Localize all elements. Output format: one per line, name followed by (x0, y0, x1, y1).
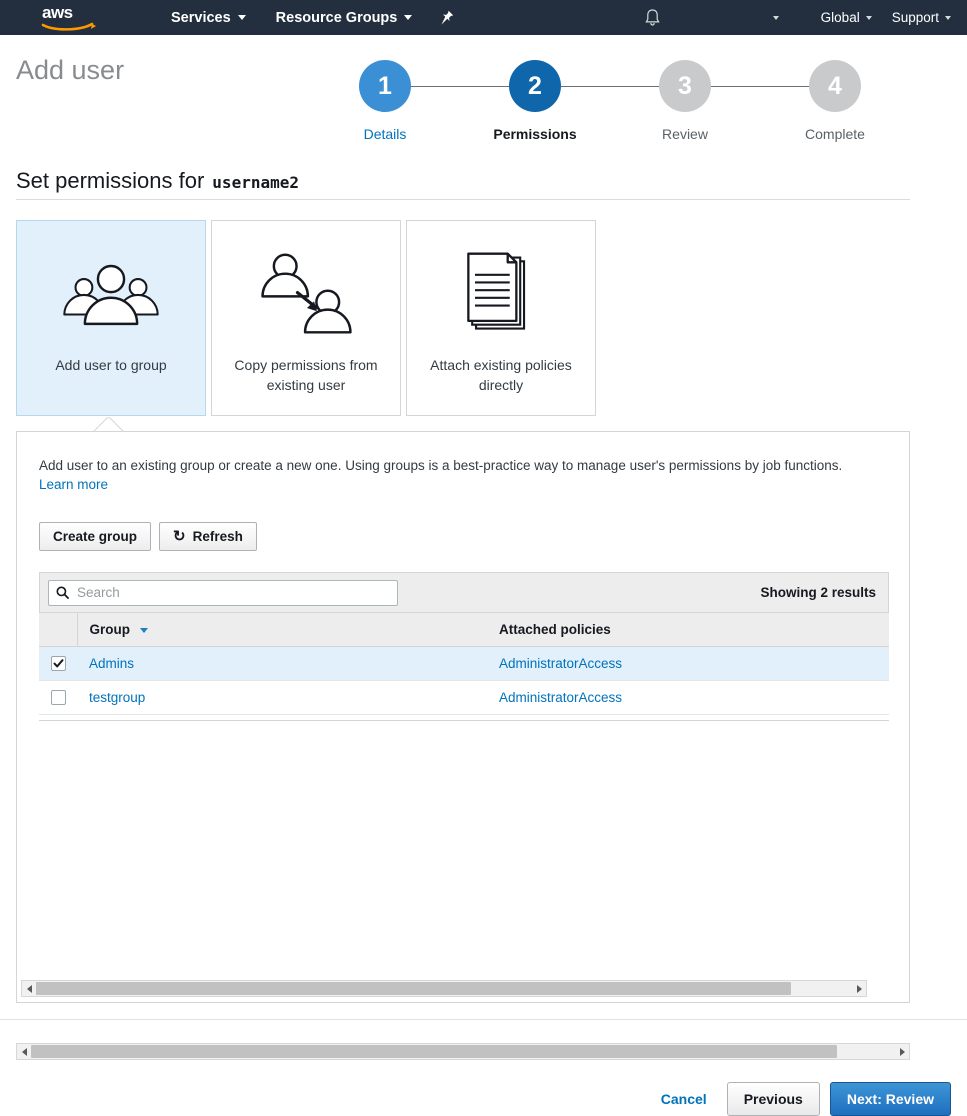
chevron-down-icon (773, 15, 779, 20)
option-card-label: Attach existing policies directly (430, 357, 572, 393)
row-group-name[interactable]: testgroup (77, 680, 487, 715)
stepper-step-3-circle: 3 (659, 60, 711, 112)
groups-table: Group Attached policies Admins Administr… (39, 612, 889, 715)
chevron-down-icon (865, 15, 872, 20)
aws-logo[interactable]: aws (40, 3, 102, 32)
pin-icon[interactable] (437, 9, 455, 27)
section-heading-text: Set permissions for (16, 168, 205, 193)
option-card-label: Copy permissions from existing user (234, 357, 378, 393)
groups-table-toolbar: Showing 2 results (39, 572, 889, 612)
row-checkbox-checked[interactable] (50, 656, 66, 672)
stepper-step-4: 4 Complete (785, 60, 885, 142)
nav-region-menu[interactable]: Global (811, 0, 882, 35)
panel-scroll-track[interactable] (36, 982, 852, 995)
svg-text:aws: aws (42, 4, 73, 22)
option-card-copy-permissions[interactable]: Copy permissions from existing user (211, 220, 401, 416)
results-count: Showing 2 results (760, 585, 876, 600)
select-all-column-header (39, 612, 78, 647)
previous-button[interactable]: Previous (726, 1082, 820, 1116)
stepper-step-1: 1 Details (335, 60, 435, 142)
stepper-step-2-label: Permissions (493, 126, 577, 142)
scroll-right-arrow-icon[interactable] (895, 1047, 909, 1056)
wizard-stepper: 1 Details 2 Permissions 3 Review 4 Compl… (310, 60, 910, 150)
row-select-cell[interactable] (39, 680, 77, 715)
notifications-bell[interactable] (644, 0, 661, 35)
add-user-to-group-panel: Add user to an existing group or create … (16, 431, 910, 1003)
bell-icon (644, 8, 661, 27)
option-card-add-user-to-group[interactable]: Add user to group (16, 220, 206, 416)
nav-resource-groups[interactable]: Resource Groups (265, 0, 424, 35)
checkmark-icon (53, 659, 63, 668)
section-divider (16, 199, 910, 200)
sort-descending-icon (139, 627, 148, 633)
nav-support-menu[interactable]: Support (882, 0, 967, 35)
nav-region-label: Global (820, 10, 860, 25)
refresh-icon: ↻ (173, 528, 186, 545)
row-checkbox-unchecked[interactable] (50, 690, 66, 706)
search-input[interactable] (75, 584, 390, 601)
next-review-button[interactable]: Next: Review (829, 1082, 951, 1116)
option-card-label: Add user to group (55, 357, 167, 373)
row-attached-policies[interactable]: AdministratorAccess (487, 680, 889, 715)
scroll-left-arrow-icon[interactable] (17, 1047, 31, 1056)
column-header-group[interactable]: Group (77, 612, 487, 647)
permission-option-cards: Add user to group Copy permissions from … (16, 220, 596, 416)
panel-scroll-thumb[interactable] (36, 982, 791, 995)
scroll-left-arrow-icon[interactable] (22, 984, 36, 993)
group-of-users-icon (55, 239, 167, 349)
nav-services[interactable]: Services (160, 0, 257, 35)
nav-services-label: Services (171, 9, 231, 26)
search-icon (56, 586, 69, 599)
nav-resource-groups-label: Resource Groups (275, 9, 398, 26)
column-header-attached-policies[interactable]: Attached policies (487, 612, 889, 647)
create-group-button[interactable]: Create group (39, 522, 152, 551)
cancel-button[interactable]: Cancel (651, 1084, 717, 1114)
refresh-button[interactable]: ↻ Refresh (159, 522, 257, 551)
navbar-right-group: Global Support (811, 0, 967, 35)
stepper-step-1-circle: 1 (359, 60, 411, 112)
table-bottom-divider (39, 720, 889, 721)
documents-icon (453, 239, 549, 349)
stepper-step-3-label: Review (662, 126, 708, 142)
chevron-down-icon (237, 15, 246, 20)
refresh-label: Refresh (192, 529, 243, 544)
column-header-attached-policies-label: Attached policies (499, 622, 611, 637)
table-row[interactable]: testgroup AdministratorAccess (39, 680, 889, 715)
chevron-down-icon (404, 15, 413, 20)
column-header-group-label: Group (89, 622, 131, 637)
stepper-step-4-circle: 4 (809, 60, 861, 112)
panel-description: Add user to an existing group or create … (39, 458, 843, 473)
stepper-step-3: 3 Review (635, 60, 735, 142)
stepper-step-4-label: Complete (805, 126, 865, 142)
table-row[interactable]: Admins AdministratorAccess (39, 646, 889, 681)
wizard-footer: Cancel Previous Next: Review (651, 1082, 951, 1116)
copy-user-icon (254, 239, 358, 349)
stepper-step-1-label[interactable]: Details (335, 126, 435, 142)
groups-table-container: Showing 2 results Group Attached policie… (39, 572, 889, 715)
row-select-cell[interactable] (39, 646, 77, 681)
option-card-attach-policies[interactable]: Attach existing policies directly (406, 220, 596, 416)
page-horizontal-scrollbar[interactable] (16, 1043, 910, 1060)
stepper-step-2: 2 Permissions (485, 60, 585, 142)
panel-action-buttons: Create group ↻ Refresh (39, 522, 257, 551)
top-navbar: aws Services Resource Groups Global Supp… (0, 0, 967, 35)
stepper-step-2-circle: 2 (509, 60, 561, 112)
scroll-right-arrow-icon[interactable] (852, 984, 866, 993)
search-box[interactable] (48, 579, 398, 606)
create-group-label: Create group (53, 529, 138, 544)
learn-more-link[interactable]: Learn more (39, 477, 108, 492)
username-value: username2 (212, 173, 299, 192)
page-title: Add user (16, 55, 125, 85)
footer-divider (0, 1019, 967, 1020)
panel-horizontal-scrollbar[interactable] (21, 980, 867, 997)
page-scroll-track[interactable] (31, 1045, 895, 1058)
row-attached-policies[interactable]: AdministratorAccess (487, 646, 889, 681)
nav-account-menu[interactable] (773, 0, 779, 35)
row-group-name[interactable]: Admins (77, 646, 487, 681)
table-header-row: Group Attached policies (39, 612, 889, 647)
section-heading: Set permissions for username2 (16, 168, 299, 194)
nav-support-label: Support (891, 10, 939, 25)
chevron-down-icon (945, 15, 951, 20)
page-scroll-thumb[interactable] (31, 1045, 837, 1058)
